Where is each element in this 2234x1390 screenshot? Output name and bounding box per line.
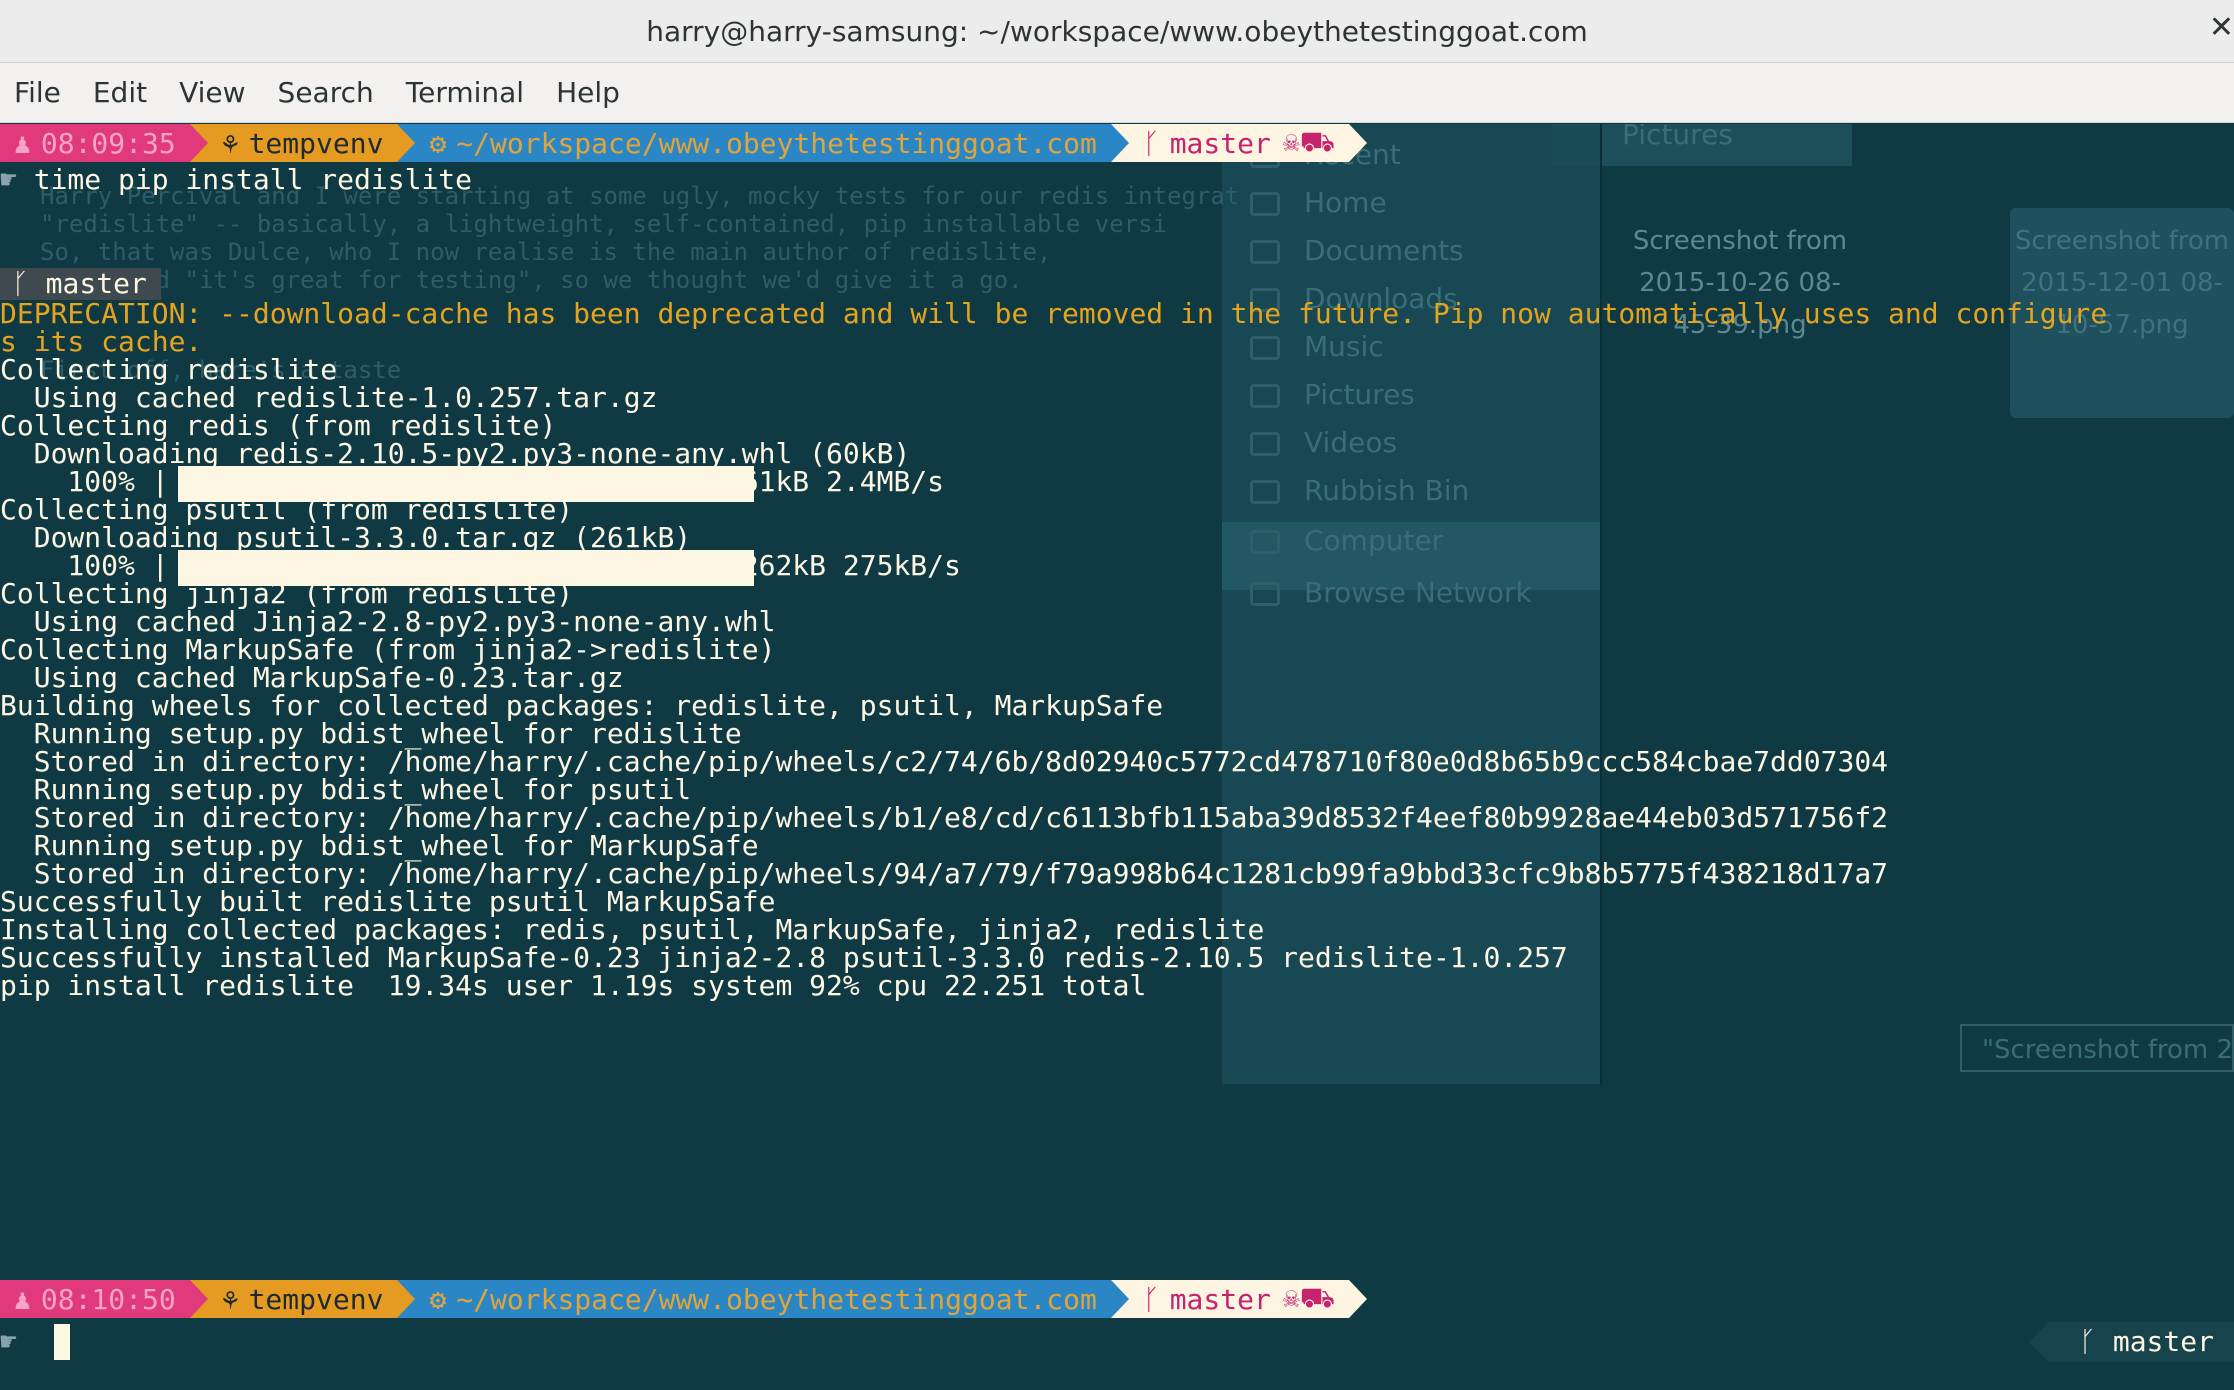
prompt-time-segment: ♟ 08:10:50 xyxy=(0,1280,190,1318)
output-line: Stored in directory: /home/harry/.cache/… xyxy=(0,857,1889,890)
menu-terminal[interactable]: Terminal xyxy=(406,76,524,109)
powerline-separator xyxy=(1348,124,1367,162)
menu-search[interactable]: Search xyxy=(278,76,374,109)
terminal-view[interactable]: Pictures Recent Home Documents Downloads… xyxy=(0,124,2234,1390)
background-file-manager: Pictures Recent Home Documents Downloads… xyxy=(1222,124,2234,1084)
branch-icon: ᚴ xyxy=(1142,1282,1160,1316)
output-line: Stored in directory: /home/harry/.cache/… xyxy=(0,801,1889,834)
branch-icon: ᚴ xyxy=(2079,1325,2113,1358)
powerline-separator xyxy=(189,124,208,162)
skull-icon: ☠⛟ xyxy=(1282,124,1335,158)
shell-prompt: ♟ 08:10:50 ⚘ tempvenv ⚙ ~/workspace/www.obe… xyxy=(0,1280,1367,1318)
output-line: Using cached MarkupSafe-0.23.tar.gz xyxy=(0,661,624,694)
output-line: Running setup.py bdist_wheel for MarkupS… xyxy=(0,829,759,862)
menu-edit[interactable]: Edit xyxy=(93,76,147,109)
ghost-sidebar-item: Browse Network xyxy=(1250,576,1532,609)
music-icon xyxy=(1250,336,1280,360)
output-line: s its cache. xyxy=(0,325,203,358)
computer-icon xyxy=(1250,530,1280,554)
output-line: Collecting jinja2 (from redislite) xyxy=(0,577,574,610)
ghost-text-line: he'd said "it's great for testing", so w… xyxy=(40,266,1023,294)
text-cursor xyxy=(54,1324,70,1360)
ghost-text-line: "redislite" -- basically, a lightweight,… xyxy=(40,210,1168,238)
prompt-time-segment: ♟ 08:09:35 xyxy=(0,124,190,162)
output-line: Downloading psutil-3.3.0.tar.gz (261kB) xyxy=(0,521,692,554)
output-line: Collecting redis (from redislite) xyxy=(0,409,557,442)
shell-prompt: ♟ 08:09:35 ⚘ tempvenv ⚙ ~/workspace/www.obe… xyxy=(0,124,1367,162)
output-line: Building wheels for collected packages: … xyxy=(0,689,1164,722)
powerline-separator xyxy=(1110,1280,1129,1318)
ghost-rename-field: "Screenshot from 2 xyxy=(1960,1024,2234,1072)
video-icon xyxy=(1250,432,1280,456)
output-line: Running setup.py bdist_wheel for redisli… xyxy=(0,717,742,750)
folder-icon: ⚙ xyxy=(429,1282,447,1316)
output-line: Stored in directory: /home/harry/.cache/… xyxy=(0,745,1889,778)
powerline-separator xyxy=(1348,1280,1367,1318)
user-icon: ♟ xyxy=(14,1282,31,1316)
powerline-separator xyxy=(397,124,416,162)
output-line: Downloading redis-2.10.5-py2.py3-none-an… xyxy=(0,437,911,470)
output-line: Successfully built redislite psutil Mark… xyxy=(0,885,776,918)
output-line: Collecting MarkupSafe (from jinja2->redi… xyxy=(0,633,776,666)
output-line: pip install redislite 19.34s user 1.19s … xyxy=(0,969,1147,1002)
menu-help[interactable]: Help xyxy=(556,76,620,109)
input-line[interactable]: ☛ xyxy=(0,1328,17,1356)
ghost-sidebar-item: Computer xyxy=(1250,524,1443,557)
document-icon xyxy=(1250,240,1280,264)
close-icon[interactable]: ✕ xyxy=(2209,10,2234,45)
output-line: Using cached redislite-1.0.257.tar.gz xyxy=(0,381,658,414)
powerline-separator xyxy=(1110,124,1129,162)
network-icon xyxy=(1250,582,1280,606)
output-line: Collecting psutil (from redislite) xyxy=(0,493,574,526)
prompt-git-segment: ᚴ master ☠⛟ xyxy=(1128,1280,1349,1318)
menu-bar: File Edit View Search Terminal Help xyxy=(0,63,2234,123)
ghost-sidebar-item: Documents xyxy=(1250,234,1464,267)
trash-icon xyxy=(1250,480,1280,504)
ghost-sidebar-item: Rubbish Bin xyxy=(1250,474,1469,507)
prompt-arrow-icon: ☛ xyxy=(0,1325,17,1358)
output-line: Collecting redislite xyxy=(0,353,338,386)
ghost-sidebar-item: Pictures xyxy=(1250,378,1415,411)
powerline-separator xyxy=(189,1280,208,1318)
prompt-path-segment: ⚙ ~/workspace/www.obeythetestinggoat.com xyxy=(415,1280,1111,1318)
prompt-arrow-icon: ☛ xyxy=(0,163,34,196)
prompt-path-segment: ⚙ ~/workspace/www.obeythetestinggoat.com xyxy=(415,124,1111,162)
powerline-separator xyxy=(397,1280,416,1318)
prompt-venv-segment: ⚘ tempvenv xyxy=(207,124,398,162)
output-line: Running setup.py bdist_wheel for psutil xyxy=(0,773,692,806)
python-icon: ⚘ xyxy=(221,126,239,160)
camera-icon xyxy=(1250,384,1280,408)
prompt-git-segment: ᚴ master ☠⛟ xyxy=(1128,124,1349,162)
right-prompt: ᚴ master xyxy=(2029,1322,2234,1362)
output-line: DEPRECATION: --download-cache has been d… xyxy=(0,297,2108,330)
menu-file[interactable]: File xyxy=(14,76,61,109)
ghost-sidebar-item: Home xyxy=(1250,186,1387,219)
menu-view[interactable]: View xyxy=(179,76,245,109)
user-icon: ♟ xyxy=(14,126,31,160)
output-line: Using cached Jinja2-2.8-py2.py3-none-any… xyxy=(0,605,776,638)
ghost-sidebar: Recent Home Documents Downloads Music Pi… xyxy=(1222,124,1602,1084)
output-line: Successfully installed MarkupSafe-0.23 j… xyxy=(0,941,1568,974)
window-title: harry@harry-samsung: ~/workspace/www.obe… xyxy=(646,14,1588,48)
ghost-sidebar-item: Videos xyxy=(1250,426,1397,459)
output-line: Installing collected packages: redis, ps… xyxy=(0,913,1265,946)
ghost-text-line: So, that was Dulce, who I now realise is… xyxy=(40,238,1052,266)
branch-icon: ᚴ xyxy=(12,267,46,300)
branch-indicator: ᚴ master xyxy=(0,268,161,300)
ghost-sidebar-item: Music xyxy=(1250,330,1384,363)
prompt-venv-segment: ⚘ tempvenv xyxy=(207,1280,398,1318)
window-titlebar[interactable]: harry@harry-samsung: ~/workspace/www.obe… xyxy=(0,0,2234,63)
python-icon: ⚘ xyxy=(221,1282,239,1316)
branch-icon: ᚴ xyxy=(1142,126,1160,160)
folder-icon: ⚙ xyxy=(429,126,447,160)
home-icon xyxy=(1250,192,1280,216)
command-line: ☛ time pip install redislite xyxy=(0,163,473,196)
skull-icon: ☠⛟ xyxy=(1282,1280,1335,1314)
